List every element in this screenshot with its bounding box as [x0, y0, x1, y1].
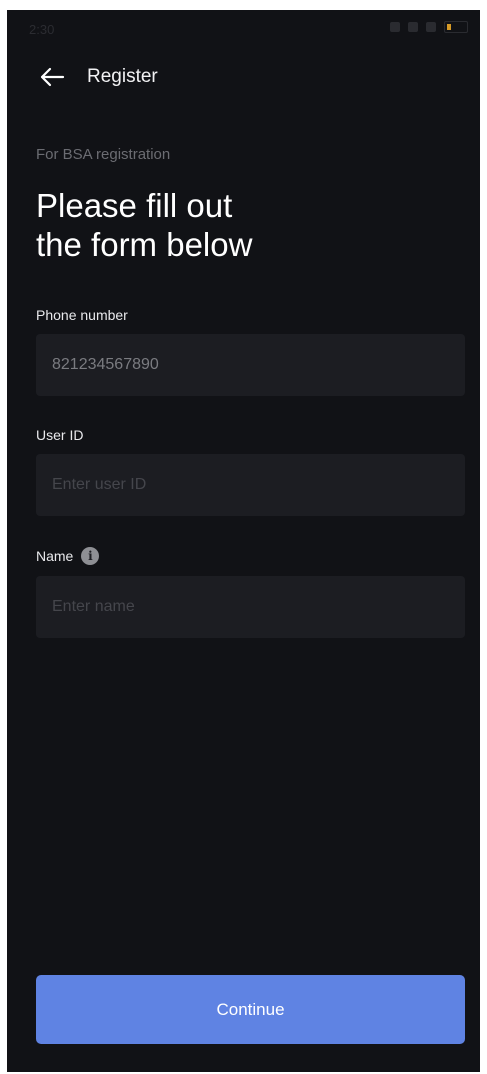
name-placeholder: Enter name: [52, 598, 135, 615]
phone-number-field[interactable]: 821234567890: [36, 334, 465, 396]
form-subtitle: For BSA registration: [36, 146, 171, 163]
top-app-bar: Register: [7, 58, 480, 98]
user-id-placeholder: Enter user ID: [52, 476, 147, 493]
name-label: Name i: [36, 547, 100, 565]
status-bar: 2:30: [7, 10, 480, 52]
page-title: Register: [87, 66, 158, 87]
form-heading: Please fill out the form below: [36, 186, 436, 264]
phone-number-label-text: Phone number: [36, 307, 128, 323]
form-heading-line-1: Please fill out: [36, 187, 233, 224]
register-screen: 2:30 Register For BSA registration Pleas…: [7, 10, 480, 1072]
form-heading-line-2: the form below: [36, 226, 253, 263]
user-id-input[interactable]: Enter user ID: [36, 454, 465, 516]
name-label-text: Name: [36, 548, 74, 564]
phone-number-value: 821234567890: [52, 356, 159, 373]
status-icons: [390, 21, 468, 33]
info-icon[interactable]: i: [81, 547, 100, 565]
battery-icon: [444, 21, 468, 33]
arrow-left-icon: [40, 67, 65, 87]
wifi-icon: [408, 22, 418, 32]
user-id-label-text: User ID: [36, 427, 84, 443]
user-id-label: User ID: [36, 427, 83, 443]
name-input[interactable]: Enter name: [36, 576, 465, 638]
notification-icon: [390, 22, 400, 32]
status-time: 2:30: [29, 22, 55, 37]
back-button[interactable]: [37, 62, 67, 92]
phone-number-label: Phone number: [36, 307, 128, 323]
signal-icon: [426, 22, 436, 32]
continue-button[interactable]: Continue: [36, 975, 465, 1044]
